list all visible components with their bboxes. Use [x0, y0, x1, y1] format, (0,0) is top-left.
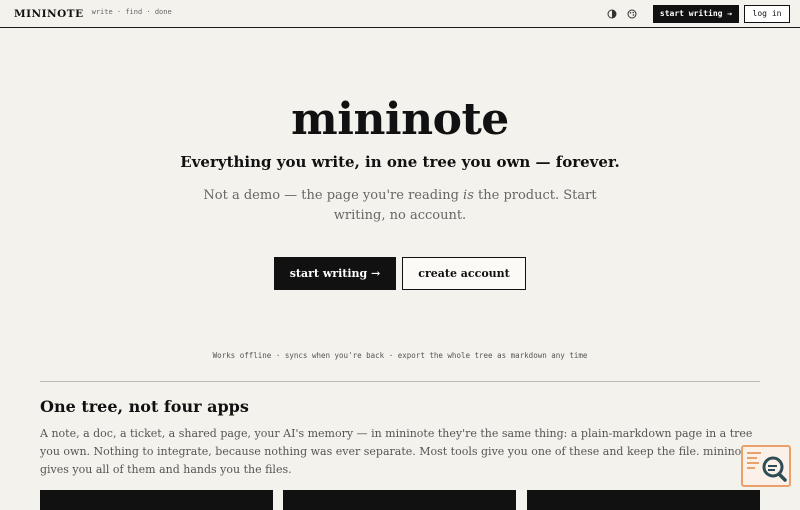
features-line: Works offline · syncs when you're back ·… [212, 351, 588, 360]
search-widget-icon[interactable] [741, 445, 791, 487]
start-writing-button[interactable]: start writing → [274, 257, 396, 290]
section-title: One tree, not four apps [40, 397, 249, 416]
feature-card[interactable] [40, 490, 273, 510]
hero-description: Not a demo — the page you're reading is … [200, 186, 600, 226]
feature-card[interactable] [527, 490, 760, 510]
hero-subtitle: Everything you write, in one tree you ow… [180, 153, 620, 171]
log-in-button[interactable]: log in [744, 4, 790, 23]
hero-desc-text-1: Not a demo — the page you're reading [203, 188, 464, 203]
create-account-button[interactable]: create account [402, 257, 526, 290]
top-nav: MININOTE write · find · done start writi… [0, 0, 800, 28]
contrast-icon[interactable] [605, 7, 619, 21]
hero-desc-emphasis: is [463, 188, 474, 203]
hero-title: mininote [291, 94, 509, 145]
hero-cta-row: start writing → create account [274, 257, 526, 290]
section-divider [40, 381, 760, 382]
palette-icon[interactable] [625, 7, 639, 21]
brand-logo[interactable]: MININOTE [14, 8, 84, 20]
start-writing-nav-button[interactable]: start writing → [653, 4, 739, 23]
section-body: A note, a doc, a ticket, a shared page, … [40, 427, 753, 476]
brand-tagline: write · find · done [91, 8, 172, 16]
feature-card[interactable] [283, 490, 516, 510]
top-actions: start writing → log in [605, 4, 790, 23]
